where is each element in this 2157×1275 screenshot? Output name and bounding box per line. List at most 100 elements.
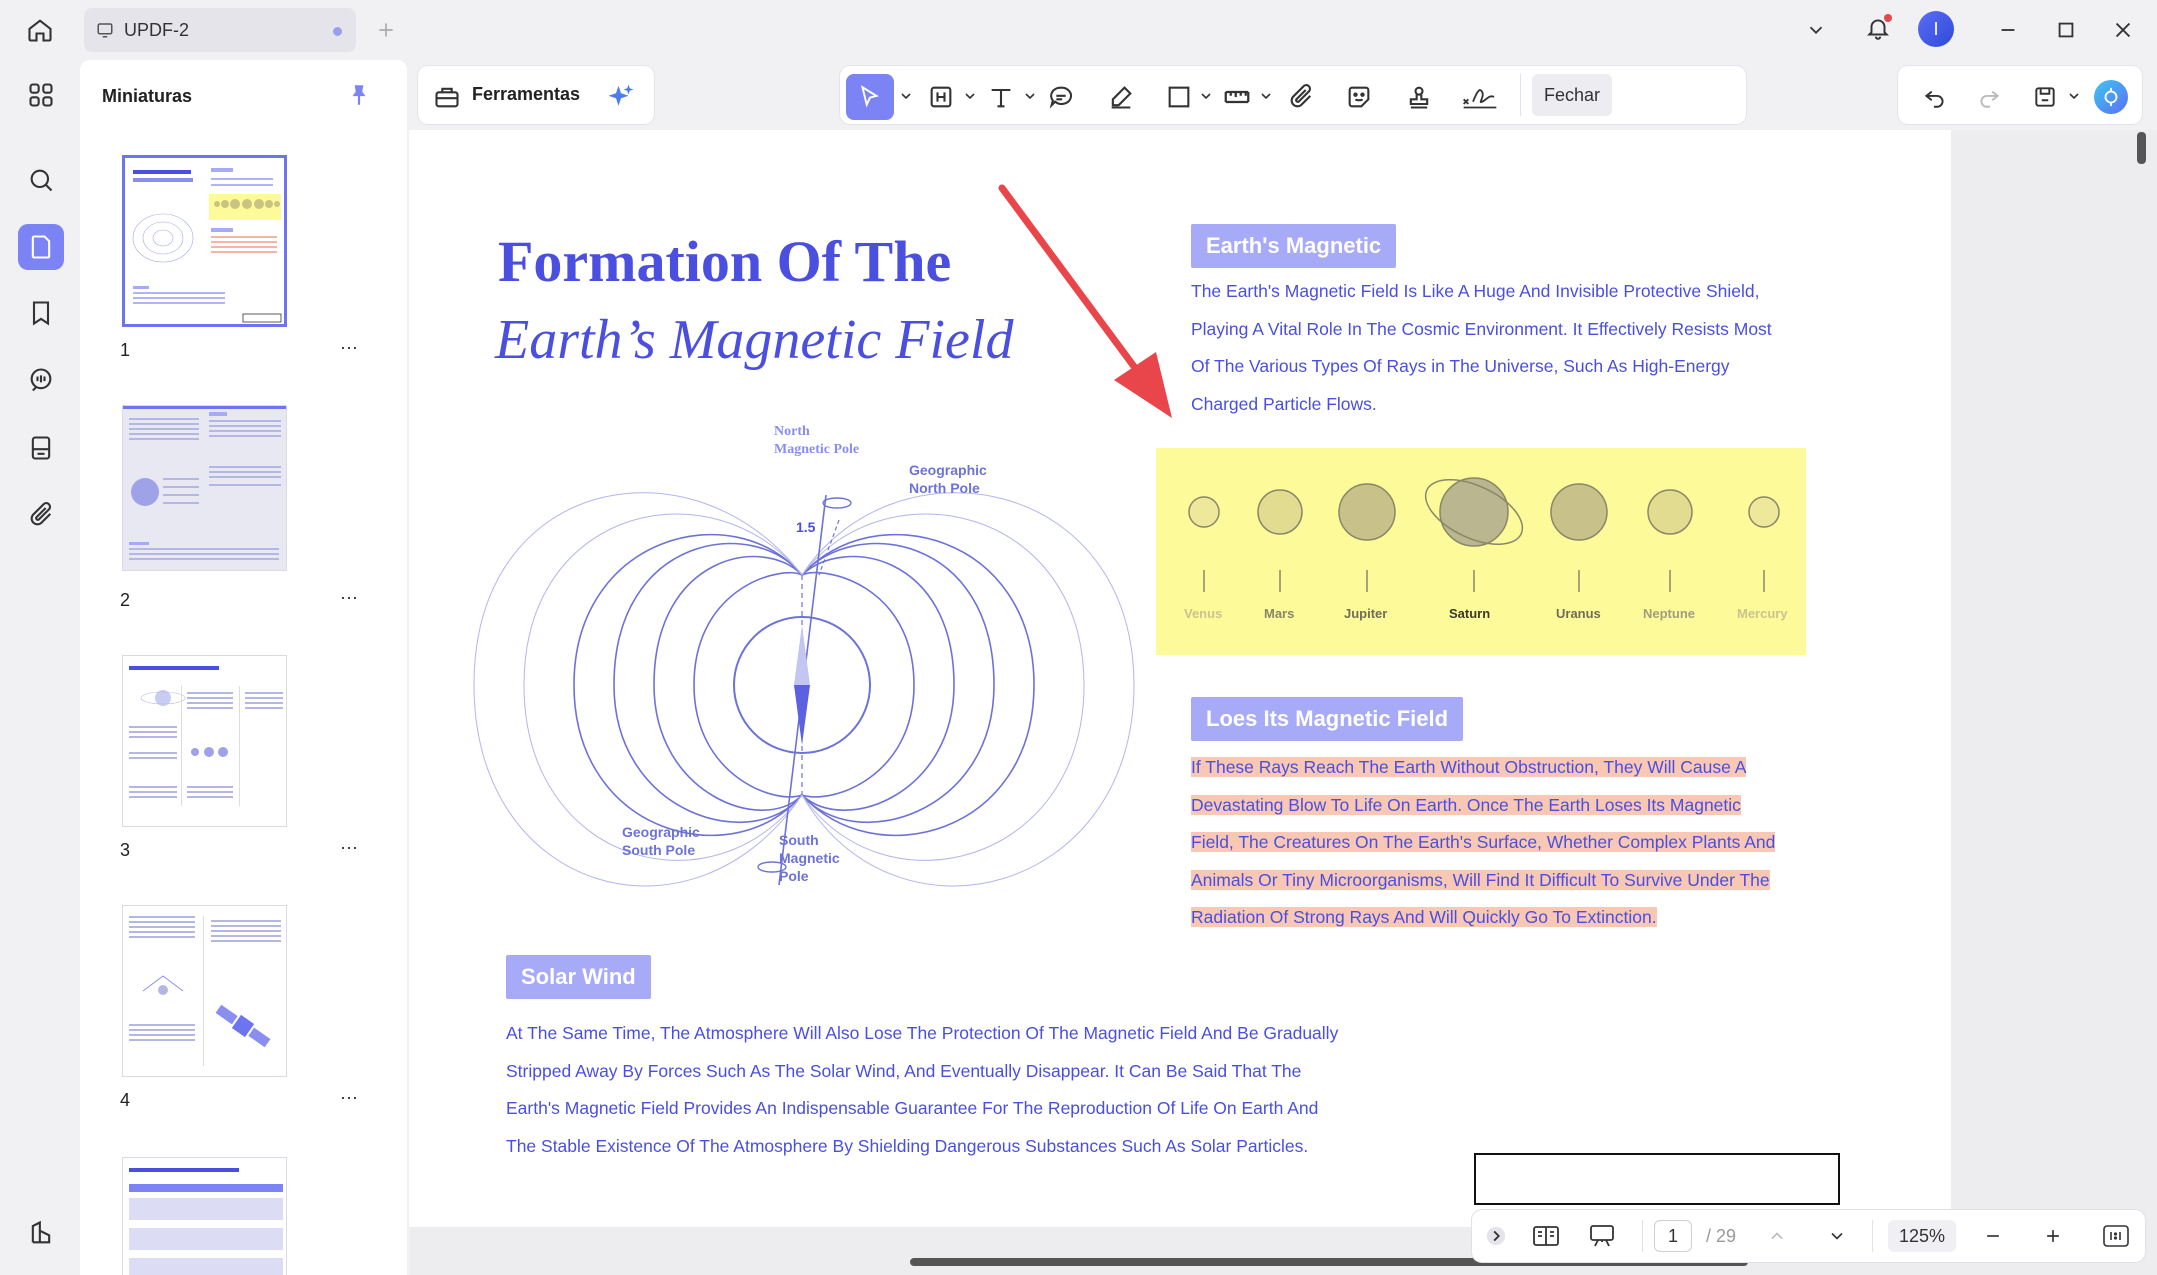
page-thumbnail-1[interactable] [122, 155, 287, 327]
planet-label: Mars [1264, 606, 1295, 621]
more-icon[interactable]: ⋯ [340, 1088, 359, 1109]
search-icon[interactable] [18, 157, 64, 203]
tools-button[interactable]: Ferramentas [472, 84, 580, 105]
attach-file-icon[interactable] [1284, 80, 1318, 114]
tab-title: UPDF-2 [124, 19, 190, 40]
zoom-in-icon[interactable] [2038, 1220, 2068, 1252]
measure-tool-icon[interactable] [1220, 80, 1254, 114]
chevron-up-icon[interactable] [1762, 1220, 1792, 1252]
geo-south-label: South Pole [622, 842, 695, 858]
highlight-tool-icon[interactable] [924, 80, 958, 114]
ai-assistant-icon[interactable] [2094, 80, 2128, 114]
new-tab-icon[interactable] [368, 12, 404, 48]
separator [1872, 1220, 1873, 1252]
more-icon[interactable]: ⋯ [340, 588, 359, 609]
actual-size-icon[interactable] [2100, 1220, 2132, 1252]
planets-highlight: Venus Mars Jupiter Saturn Uranus Neptune… [1156, 448, 1806, 655]
pdf-page: Formation Of The Earth’s Magnetic Field … [409, 130, 1951, 1227]
comment-icon[interactable] [18, 357, 64, 403]
bell-icon[interactable] [1860, 10, 1896, 46]
undo-icon[interactable] [1918, 80, 1952, 114]
page-total: / 29 [1705, 1225, 1737, 1246]
zoom-level[interactable]: 125% [1888, 1220, 1956, 1252]
page-title: Formation Of The [498, 229, 952, 294]
page-number-4: 4 [120, 1090, 131, 1110]
unsaved-dot [333, 27, 342, 36]
toolbox-icon[interactable] [430, 80, 464, 114]
annotation-arrow[interactable] [984, 180, 1194, 420]
section-heading: Solar Wind [506, 955, 651, 999]
left-rail [0, 60, 80, 1275]
more-icon[interactable]: ⋯ [340, 338, 359, 359]
avatar[interactable]: I [1918, 11, 1954, 47]
thumbnails-icon[interactable] [18, 224, 64, 270]
page-number-input[interactable]: 1 [1654, 1220, 1692, 1252]
chevron-down-icon[interactable] [1200, 90, 1212, 102]
planet-label: Jupiter [1344, 606, 1388, 621]
home-icon[interactable] [22, 12, 58, 48]
thumbnails-panel: Miniaturas 1 ⋯ 2 ⋯ 3 ⋯ 4 ⋯ [80, 60, 407, 1275]
text-tool-icon[interactable] [984, 80, 1018, 114]
ai-sparkle-icon[interactable] [604, 80, 638, 114]
pen-tool-icon[interactable] [1104, 80, 1138, 114]
document-tab[interactable]: UPDF-2 [84, 8, 356, 52]
minimize-icon[interactable] [1990, 12, 2026, 48]
angle-label: 1.5 [796, 519, 816, 535]
stamp-icon[interactable] [1402, 80, 1436, 114]
collapse-icon[interactable] [1482, 1220, 1510, 1252]
redo-icon[interactable] [1972, 80, 2006, 114]
monitor-icon [97, 23, 113, 38]
save-icon[interactable] [2028, 80, 2062, 114]
chevron-down-icon[interactable] [2068, 90, 2080, 102]
zoom-out-icon[interactable] [1978, 1220, 2008, 1252]
sticker-icon[interactable] [1342, 80, 1376, 114]
page-thumbnail-4[interactable] [122, 905, 287, 1077]
attachment-icon[interactable] [18, 492, 64, 538]
page-thumbnail-5[interactable] [122, 1157, 287, 1275]
south-magnetic-label: Pole [779, 868, 809, 884]
panel-title: Miniaturas [102, 86, 193, 106]
page-number-1: 1 [120, 340, 131, 360]
more-icon[interactable]: ⋯ [340, 838, 359, 859]
planet-label: Saturn [1449, 606, 1491, 621]
tools-group: Ferramentas [418, 66, 654, 124]
geo-south-label: Geographic [622, 824, 700, 840]
vertical-scrollbar[interactable] [2137, 132, 2146, 164]
separator [1642, 1220, 1643, 1252]
thumbnail-preview [129, 1168, 283, 1275]
separator [1520, 74, 1521, 116]
chevron-down-icon[interactable] [1822, 1220, 1852, 1252]
chevron-down-icon[interactable] [964, 90, 976, 102]
page-number-3: 3 [120, 840, 131, 860]
page-layout-icon[interactable] [1528, 1220, 1564, 1252]
title-bar: UPDF-2 ⋯ I [0, 0, 2157, 76]
storage-icon[interactable] [18, 425, 64, 471]
presentation-icon[interactable] [1584, 1220, 1620, 1252]
page-thumbnail-2[interactable] [122, 405, 287, 571]
geo-north-label: Geographic [909, 462, 987, 478]
thumbnail-preview [125, 158, 284, 324]
select-cursor-icon[interactable] [846, 74, 894, 120]
shape-tool-icon[interactable] [1162, 80, 1196, 114]
page-subtitle: Earth’s Magnetic Field [495, 309, 1014, 371]
maximize-icon[interactable] [2048, 12, 2084, 48]
ai-tools-icon[interactable] [18, 1210, 64, 1256]
page-navigation-bar: 1 / 29 125% [1472, 1210, 2145, 1262]
text-box-annotation[interactable] [1474, 1153, 1840, 1205]
section-heading: Earth's Magnetic [1191, 224, 1397, 268]
apps-icon[interactable] [18, 72, 64, 118]
thumbnail-preview [129, 666, 283, 806]
chevron-down-icon[interactable] [1260, 90, 1272, 102]
signature-icon[interactable] [1460, 80, 1500, 114]
pin-icon[interactable] [346, 82, 372, 113]
chevron-down-icon[interactable] [1024, 90, 1036, 102]
bookmark-icon[interactable] [18, 290, 64, 336]
close-icon[interactable] [2105, 12, 2141, 48]
comment-tool-icon[interactable] [1044, 80, 1078, 114]
page-thumbnail-3[interactable] [122, 655, 287, 827]
chevron-down-icon[interactable] [1798, 12, 1834, 48]
north-magnetic-label: Magnetic Pole [774, 442, 859, 457]
chevron-down-icon[interactable] [900, 90, 912, 102]
close-annotate-button[interactable]: Fechar [1532, 74, 1612, 116]
annotation-group: Fechar [840, 66, 1746, 124]
